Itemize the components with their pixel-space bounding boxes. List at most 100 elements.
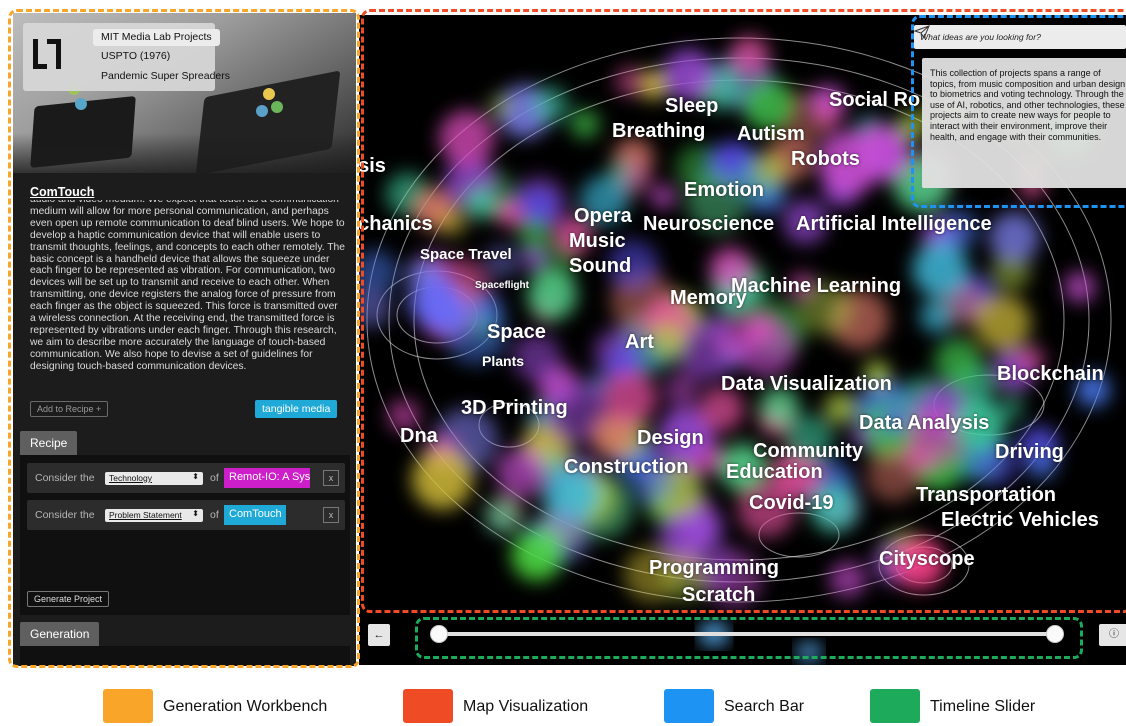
cluster-blob: [488, 93, 513, 119]
topic-label[interactable]: Data Analysis: [859, 412, 989, 435]
select-arrow-icon: ⬍: [192, 472, 199, 481]
cluster-blob: [663, 49, 715, 101]
topic-label[interactable]: Dna: [400, 425, 438, 448]
cluster-blob: [484, 498, 521, 534]
topic-label[interactable]: Data Visualization: [721, 373, 892, 396]
topic-label[interactable]: esis: [359, 155, 386, 178]
legend-label: Generation Workbench: [163, 698, 328, 715]
topic-label[interactable]: Community: [753, 440, 863, 463]
cluster-blob: [438, 207, 467, 237]
tab-recipe[interactable]: Recipe: [20, 431, 78, 455]
topic-label[interactable]: Space Travel: [420, 246, 512, 263]
topic-label[interactable]: Sleep: [665, 95, 718, 118]
topic-label[interactable]: Driving: [995, 441, 1064, 464]
legend-swatch: [403, 689, 453, 723]
timeline-glow: [698, 620, 823, 664]
cluster-blob: [1064, 271, 1096, 303]
dataset-selector: MIT Media Lab Projects USPTO (1976) Pand…: [23, 23, 230, 91]
search-bar[interactable]: [914, 25, 1126, 49]
dataset-option-media-lab[interactable]: MIT Media Lab Projects: [93, 29, 220, 46]
send-icon[interactable]: [914, 25, 930, 39]
cluster-blob: [858, 129, 910, 181]
cluster-blob: [518, 218, 551, 251]
timeline-track[interactable]: [439, 632, 1055, 636]
generation-panel: [20, 646, 350, 666]
timeline-start-handle[interactable]: [430, 625, 448, 643]
project-title[interactable]: ComTouch: [30, 185, 94, 199]
recipe-of: of: [210, 472, 219, 484]
topic-label[interactable]: Plants: [482, 353, 524, 369]
dataset-option-uspto[interactable]: USPTO (1976): [93, 48, 178, 65]
topic-label[interactable]: Design: [637, 427, 704, 450]
search-input[interactable]: [914, 25, 1104, 49]
topic-label[interactable]: Spaceflight: [475, 280, 529, 291]
cluster-blob: [413, 279, 465, 331]
topic-label[interactable]: Scratch: [682, 584, 755, 607]
cluster-blob: [511, 529, 563, 581]
cluster-blob: [648, 322, 688, 361]
topic-label[interactable]: 3D Printing: [461, 397, 568, 420]
topic-label[interactable]: Autism: [737, 123, 805, 146]
remove-recipe-row-button[interactable]: x: [323, 507, 339, 523]
device-led: [271, 101, 283, 113]
topic-label[interactable]: echanics: [359, 213, 433, 236]
cluster-blob: [824, 392, 857, 425]
legend-label: Timeline Slider: [930, 698, 1036, 715]
recipe-row: Consider the Technology ⬍ of Remot-IO: A …: [27, 463, 345, 493]
topic-label[interactable]: Electric Vehicles: [941, 509, 1099, 532]
cluster-blob: [934, 337, 982, 386]
cluster-blob: [912, 241, 969, 298]
search-summary: This collection of projects spans a rang…: [922, 58, 1126, 188]
topic-label[interactable]: Machine Learning: [731, 275, 901, 298]
cluster-blob: [615, 66, 645, 97]
topic-label[interactable]: Music: [569, 230, 626, 253]
cluster-blob: [989, 212, 1040, 263]
remove-recipe-row-button[interactable]: x: [323, 470, 339, 486]
topic-label[interactable]: Art: [625, 331, 654, 354]
legend-swatch: [664, 689, 714, 723]
cluster-blob: [664, 372, 699, 407]
topic-label[interactable]: Blockchain: [997, 363, 1104, 386]
recipe-aspect-select[interactable]: Problem Statement ⬍: [105, 509, 203, 522]
topic-label[interactable]: Opera: [574, 205, 632, 228]
topic-label[interactable]: Neuroscience: [643, 213, 774, 236]
topic-label[interactable]: Sound: [569, 255, 631, 278]
cluster-blob: [359, 288, 391, 328]
back-button[interactable]: ←: [368, 624, 390, 646]
topic-label[interactable]: Space: [487, 321, 546, 344]
recipe-project-chip[interactable]: Remot-IO: A Sys: [224, 468, 310, 488]
image-fade: [13, 133, 356, 183]
topic-label[interactable]: Transportation: [916, 484, 1056, 507]
dataset-option-pandemic[interactable]: Pandemic Super Spreaders: [93, 68, 238, 85]
topic-label[interactable]: Breathing: [612, 120, 705, 143]
topic-label[interactable]: Robots: [791, 148, 860, 171]
cluster-blob: [603, 371, 657, 425]
recipe-of: of: [210, 509, 219, 521]
recipe-aspect-select[interactable]: Technology ⬍: [105, 472, 203, 485]
timeline-end-handle[interactable]: [1046, 625, 1064, 643]
recipe-project-chip[interactable]: ComTouch: [224, 505, 286, 525]
topic-label[interactable]: Covid-19: [749, 492, 833, 515]
legend-label: Map Visualization: [463, 698, 589, 715]
generate-project-button[interactable]: Generate Project: [27, 591, 110, 607]
topic-label[interactable]: Social Ro: [829, 89, 920, 112]
project-tag[interactable]: tangible media: [255, 400, 338, 418]
cluster-blob: [919, 299, 954, 333]
map-visualization[interactable]: SleepBreathing Social Ro AutismRobots esis E…: [359, 15, 1126, 612]
topic-label[interactable]: Construction: [564, 456, 688, 479]
tab-generation[interactable]: Generation: [20, 622, 100, 646]
topic-label[interactable]: Cityscope: [879, 548, 975, 571]
topic-label[interactable]: Programming: [649, 557, 779, 580]
topic-label[interactable]: Education: [726, 461, 823, 484]
recipe-prefix: Consider the: [35, 472, 95, 484]
project-description: audio and video medium. We expect that t…: [30, 200, 345, 372]
add-to-recipe-button[interactable]: Add to Recipe +: [30, 401, 109, 417]
topic-label[interactable]: Artificial Intelligence: [796, 213, 992, 236]
device-led: [256, 105, 268, 117]
cluster-blob: [570, 109, 600, 139]
cluster-blob: [532, 86, 570, 124]
device-led: [263, 88, 275, 100]
timeline-bar: ← ⓘ: [359, 612, 1126, 665]
info-button[interactable]: ⓘ: [1099, 624, 1126, 646]
topic-label[interactable]: Emotion: [684, 179, 764, 202]
